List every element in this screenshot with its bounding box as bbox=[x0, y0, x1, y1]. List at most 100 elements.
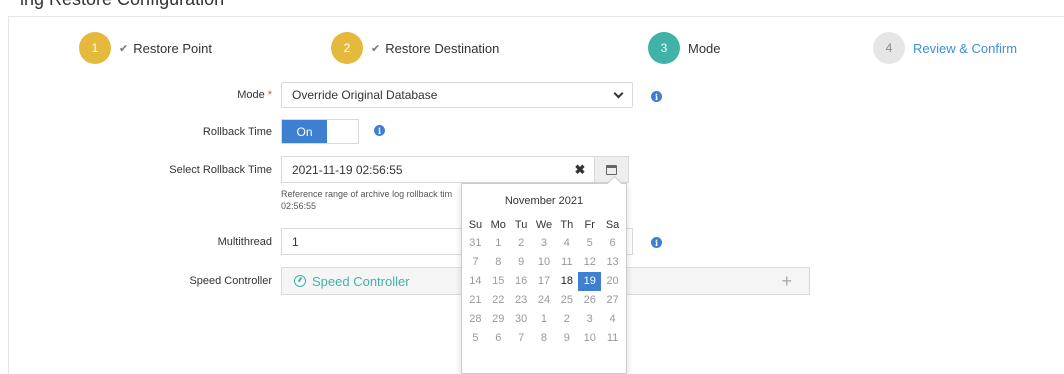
calendar-day[interactable]: 6 bbox=[487, 329, 510, 348]
calendar-day[interactable]: 16 bbox=[510, 272, 533, 291]
weekday-label: Th bbox=[560, 219, 574, 231]
weekday-label: Fr bbox=[584, 219, 595, 231]
mode-select-value: Override Original Database bbox=[292, 88, 438, 102]
add-icon[interactable]: + bbox=[781, 271, 792, 292]
weekday-header: Su Mo Tu We Th Fr Sa bbox=[462, 216, 626, 234]
calendar-icon bbox=[606, 164, 617, 175]
step-restore-destination[interactable]: 2 ✔ Restore Destination bbox=[331, 32, 499, 64]
calendar-day[interactable]: 10 bbox=[533, 253, 556, 272]
weekday-label: We bbox=[535, 219, 553, 231]
calendar-week: 5 6 7 8 9 10 11 bbox=[462, 329, 626, 348]
calendar-day[interactable]: 26 bbox=[578, 291, 601, 310]
step-mode[interactable]: 3 Mode bbox=[648, 32, 721, 64]
calendar-day[interactable]: 9 bbox=[510, 253, 533, 272]
calendar-day[interactable]: 4 bbox=[555, 234, 578, 253]
calendar-day[interactable]: 11 bbox=[601, 329, 624, 348]
calendar-day[interactable]: 3 bbox=[533, 234, 556, 253]
calendar-day[interactable]: 30 bbox=[510, 310, 533, 329]
calendar-week: 21 22 23 24 25 26 27 bbox=[462, 291, 626, 310]
multithread-label: Multithread bbox=[217, 236, 272, 248]
calendar-day[interactable]: 29 bbox=[487, 310, 510, 329]
check-icon: ✔ bbox=[371, 42, 381, 55]
weekday-label: Su bbox=[468, 219, 483, 231]
mode-select[interactable]: Override Original Database bbox=[281, 82, 633, 108]
toggle-on-label: On bbox=[282, 120, 327, 143]
calendar-day[interactable]: 8 bbox=[533, 329, 556, 348]
calendar-day[interactable]: 13 bbox=[601, 253, 624, 272]
calendar-day[interactable]: 12 bbox=[578, 253, 601, 272]
calendar-day[interactable]: 14 bbox=[464, 272, 487, 291]
calendar-day[interactable]: 4 bbox=[601, 310, 624, 329]
calendar-day[interactable]: 27 bbox=[601, 291, 624, 310]
step-number: 2 bbox=[331, 32, 363, 64]
step-review-confirm[interactable]: 4 Review & Confirm bbox=[873, 32, 1017, 64]
rollback-time-label: Rollback Time bbox=[202, 126, 272, 138]
required-mark: * bbox=[267, 89, 272, 101]
calendar-day[interactable]: 8 bbox=[487, 253, 510, 272]
calendar-day[interactable]: 3 bbox=[578, 310, 601, 329]
calendar-day[interactable]: 25 bbox=[555, 291, 578, 310]
calendar-day[interactable]: 20 bbox=[601, 272, 624, 291]
step-restore-point[interactable]: 1 ✔ Restore Point bbox=[79, 32, 212, 64]
mode-label-text: Mode bbox=[237, 89, 265, 101]
calendar-week: 31 1 2 3 4 5 6 bbox=[462, 234, 626, 253]
weekday-label: Sa bbox=[605, 219, 620, 231]
calendar-day[interactable]: 17 bbox=[533, 272, 556, 291]
calendar-day[interactable]: 11 bbox=[555, 253, 578, 272]
clear-icon[interactable]: ✖ bbox=[566, 157, 594, 182]
gauge-icon bbox=[294, 275, 306, 287]
calendar-day[interactable]: 9 bbox=[555, 329, 578, 348]
check-icon: ✔ bbox=[119, 42, 129, 55]
mode-label: Mode * bbox=[237, 89, 272, 101]
calendar-day[interactable]: 7 bbox=[510, 329, 533, 348]
calendar-day[interactable]: 23 bbox=[510, 291, 533, 310]
calendar-day[interactable]: 5 bbox=[578, 234, 601, 253]
date-picker: November 2021 Su Mo Tu We Th Fr Sa 31 1 2 3 4 5 6 7 8 9… bbox=[461, 183, 627, 374]
calendar-day[interactable]: 2 bbox=[510, 234, 533, 253]
calendar-day[interactable]: 1 bbox=[533, 310, 556, 329]
calendar-days: 31 1 2 3 4 5 6 7 8 9 10 11 12 13 14 15 16 17 18 19 20 21 22 23 2… bbox=[462, 234, 626, 348]
calendar-day[interactable]: 24 bbox=[533, 291, 556, 310]
calendar-week: 28 29 30 1 2 3 4 bbox=[462, 310, 626, 329]
select-rollback-time-label: Select Rollback Time bbox=[169, 164, 272, 176]
rollback-time-value: 2021-11-19 02:56:55 bbox=[292, 162, 403, 177]
rollback-range-hint: Reference range of archive log rollback … bbox=[281, 188, 461, 212]
page-title: ing Restore Configuration bbox=[20, 0, 224, 10]
chevron-down-icon bbox=[613, 88, 624, 98]
step-label: Review & Confirm bbox=[913, 40, 1018, 56]
multithread-info-icon[interactable]: i bbox=[651, 237, 662, 248]
weekday-label: Tu bbox=[514, 219, 528, 231]
speed-controller-button[interactable]: Speed Controller bbox=[294, 274, 410, 289]
speed-controller-label: Speed Controller bbox=[189, 275, 272, 287]
calendar-month-title[interactable]: November 2021 bbox=[462, 195, 626, 211]
step-number: 4 bbox=[873, 32, 905, 64]
calendar-day[interactable]: 10 bbox=[578, 329, 601, 348]
calendar-day[interactable]: 22 bbox=[487, 291, 510, 310]
calendar-day[interactable]: 6 bbox=[601, 234, 624, 253]
step-label: Mode bbox=[688, 40, 721, 56]
calendar-day[interactable]: 2 bbox=[555, 310, 578, 329]
rollback-time-input[interactable]: 2021-11-19 02:56:55 ✖ bbox=[281, 156, 629, 183]
calendar-day[interactable]: 5 bbox=[464, 329, 487, 348]
calendar-week: 7 8 9 10 11 12 13 bbox=[462, 253, 626, 272]
weekday-label: Mo bbox=[490, 219, 506, 231]
step-number: 1 bbox=[79, 32, 111, 64]
calendar-day[interactable]: 19 bbox=[578, 272, 602, 291]
calendar-day[interactable]: 7 bbox=[464, 253, 487, 272]
step-label: Restore Point bbox=[133, 40, 212, 56]
hint-text: Reference range of archive log rollback … bbox=[281, 189, 453, 211]
speed-controller-text: Speed Controller bbox=[312, 273, 410, 289]
calendar-day[interactable]: 15 bbox=[487, 272, 510, 291]
rollback-time-toggle[interactable]: On bbox=[281, 119, 359, 144]
step-number: 3 bbox=[648, 32, 680, 64]
rollback-info-icon[interactable]: i bbox=[374, 125, 385, 136]
multithread-value: 1 bbox=[292, 234, 299, 249]
calendar-week: 14 15 16 17 18 19 20 bbox=[462, 272, 626, 291]
calendar-day[interactable]: 1 bbox=[487, 234, 510, 253]
step-label: Restore Destination bbox=[385, 40, 500, 56]
mode-info-icon[interactable]: i bbox=[651, 91, 662, 102]
calendar-day[interactable]: 21 bbox=[464, 291, 487, 310]
calendar-day[interactable]: 28 bbox=[464, 310, 487, 329]
calendar-day[interactable]: 31 bbox=[464, 234, 487, 253]
calendar-day[interactable]: 18 bbox=[555, 272, 578, 291]
